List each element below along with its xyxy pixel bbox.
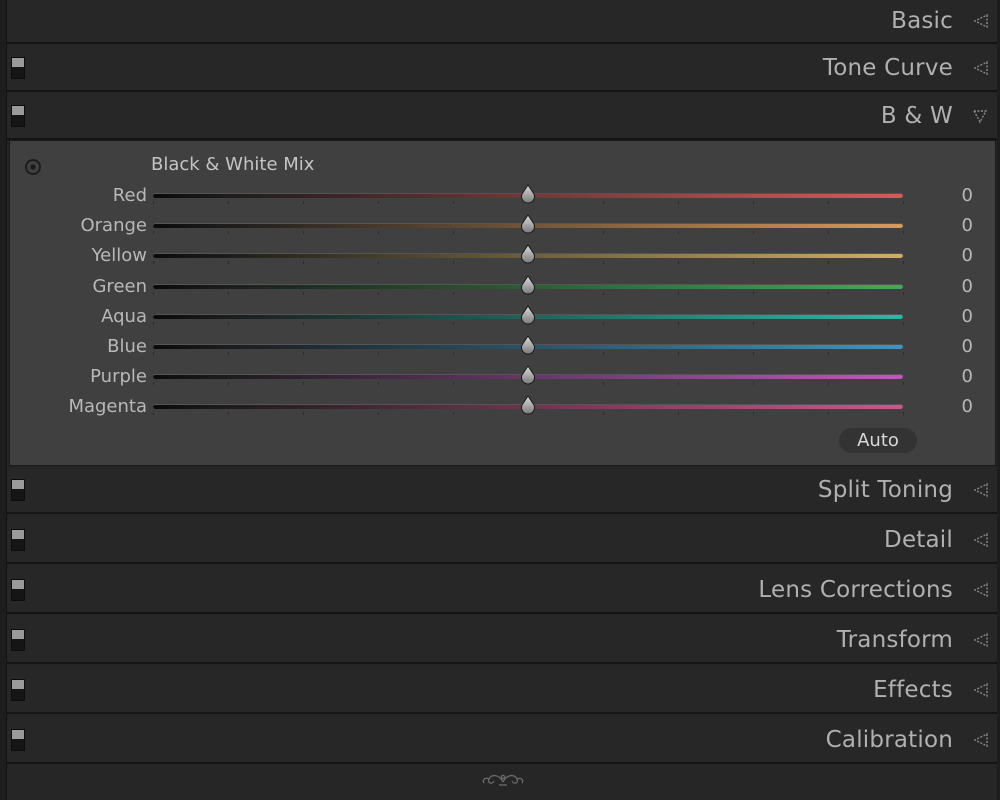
slider-row-blue: Blue 0: [10, 333, 997, 363]
ornament-icon: [482, 774, 524, 786]
triangle-left-icon[interactable]: [971, 481, 989, 499]
triangle-left-icon[interactable]: [971, 731, 989, 749]
panel-switch-icon[interactable]: [11, 729, 25, 751]
panel-switch-icon[interactable]: [11, 57, 25, 79]
panel-title-bw: B & W: [880, 103, 953, 129]
slider-value[interactable]: 0: [962, 276, 973, 297]
panel-header-tone-curve[interactable]: Tone Curve: [7, 46, 997, 92]
slider-label: Magenta: [68, 396, 147, 418]
panel-switch-icon[interactable]: [11, 105, 25, 127]
panel-title-effects: Effects: [873, 677, 953, 703]
slider-row-purple: Purple 0: [10, 363, 997, 393]
slider-label: Purple: [90, 366, 147, 388]
slider-row-yellow: Yellow 0: [10, 242, 997, 272]
panel-header-bw[interactable]: B & W: [7, 94, 997, 140]
slider-thumb-red[interactable]: [519, 184, 537, 204]
slider-row-orange: Orange 0: [10, 212, 997, 242]
triangle-left-icon[interactable]: [971, 59, 989, 77]
panel-title-tone-curve: Tone Curve: [822, 55, 953, 81]
panel-title-basic: Basic: [891, 8, 953, 34]
slider-label: Blue: [107, 336, 147, 357]
slider-thumb-blue[interactable]: [519, 335, 537, 355]
slider-thumb-orange[interactable]: [519, 214, 537, 234]
slider-thumb-aqua[interactable]: [519, 304, 537, 325]
slider-value[interactable]: 0: [962, 245, 973, 266]
slider-label: Green: [92, 275, 147, 297]
triangle-down-icon[interactable]: [971, 107, 989, 125]
develop-right-panel: Basic Tone Curve B & W Black & White Mix…: [6, 0, 997, 800]
panel-title-transform: Transform: [836, 627, 953, 653]
panel-switch-icon[interactable]: [11, 679, 25, 701]
panel-header-split-toning[interactable]: Split Toning: [7, 468, 997, 514]
slider-label: Orange: [80, 215, 147, 237]
panel-header-effects[interactable]: Effects: [7, 668, 997, 714]
auto-button[interactable]: Auto: [839, 428, 917, 453]
triangle-left-icon[interactable]: [971, 531, 989, 549]
panel-header-basic[interactable]: Basic: [7, 0, 997, 44]
slider-thumb-green[interactable]: [519, 274, 537, 295]
triangle-left-icon[interactable]: [971, 12, 989, 30]
panel-title-calibration: Calibration: [825, 727, 953, 753]
slider-thumb-purple[interactable]: [519, 365, 537, 385]
panel-switch-icon[interactable]: [11, 529, 25, 551]
slider-value[interactable]: 0: [962, 336, 973, 357]
slider-thumb-magenta[interactable]: [519, 395, 537, 415]
bw-mix-section: Black & White Mix Red 0 Orange 0 Yellow 0 Gree…: [9, 140, 996, 466]
slider-label: Red: [112, 185, 147, 206]
slider-value[interactable]: 0: [962, 396, 973, 417]
panel-switch-icon[interactable]: [11, 629, 25, 651]
panel-header-transform[interactable]: Transform: [7, 618, 997, 664]
panel-switch-icon[interactable]: [11, 579, 25, 601]
panel-header-detail[interactable]: Detail: [7, 518, 997, 564]
slider-thumb-yellow[interactable]: [519, 244, 537, 264]
bw-mix-title: Black & White Mix: [151, 154, 315, 175]
triangle-left-icon[interactable]: [971, 681, 989, 699]
slider-row-magenta: Magenta 0: [10, 393, 997, 423]
panel-title-detail: Detail: [884, 527, 953, 553]
panel-title-split-toning: Split Toning: [817, 477, 953, 503]
slider-value[interactable]: 0: [962, 185, 973, 206]
panel-title-lens-corrections: Lens Corrections: [758, 577, 953, 603]
panel-header-lens-corrections[interactable]: Lens Corrections: [7, 568, 997, 614]
slider-label: Aqua: [101, 305, 147, 327]
triangle-left-icon[interactable]: [971, 581, 989, 599]
triangle-left-icon[interactable]: [971, 631, 989, 649]
slider-row-red: Red 0: [10, 182, 997, 212]
slider-row-aqua: Aqua 0: [10, 303, 997, 333]
slider-value[interactable]: 0: [962, 306, 973, 327]
slider-value[interactable]: 0: [962, 366, 973, 387]
slider-label: Yellow: [91, 245, 147, 267]
panel-switch-icon[interactable]: [11, 479, 25, 501]
panel-header-calibration[interactable]: Calibration: [7, 718, 997, 764]
slider-row-green: Green 0: [10, 273, 997, 303]
slider-value[interactable]: 0: [962, 215, 973, 236]
target-adjustment-icon[interactable]: [24, 158, 42, 176]
